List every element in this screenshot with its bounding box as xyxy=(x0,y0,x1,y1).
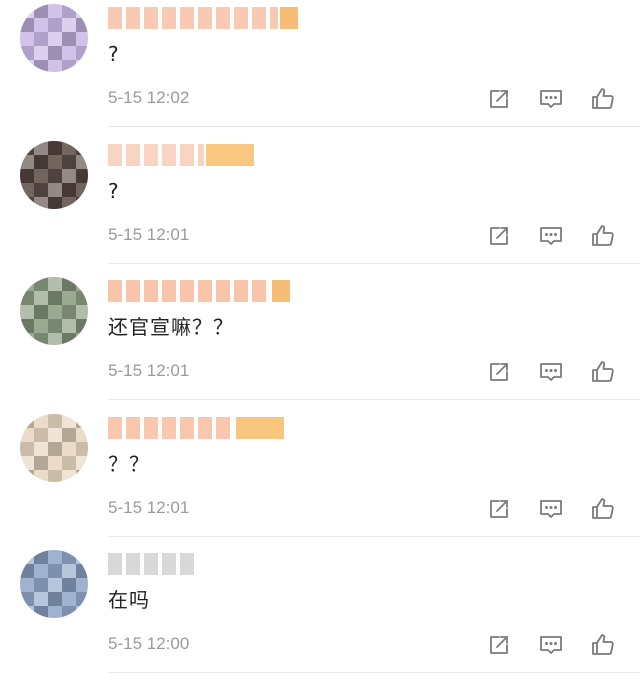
comment-item: 在吗 5-15 12:00 xyxy=(0,546,640,683)
comment-text: ? xyxy=(108,42,120,66)
avatar[interactable] xyxy=(20,414,88,482)
divider xyxy=(108,263,640,264)
avatar[interactable] xyxy=(20,277,88,345)
comment-icon[interactable] xyxy=(538,359,564,385)
username[interactable] xyxy=(108,144,308,166)
comment-actions xyxy=(486,496,616,522)
vip-badge xyxy=(280,7,298,29)
comment-icon[interactable] xyxy=(538,223,564,249)
comment-actions xyxy=(486,86,616,112)
divider xyxy=(108,126,640,127)
comment-icon[interactable] xyxy=(538,496,564,522)
comment-text: 还官宣嘛？？ xyxy=(108,315,234,339)
avatar[interactable] xyxy=(20,550,88,618)
timestamp: 5-15 12:01 xyxy=(108,225,190,244)
comment-actions xyxy=(486,223,616,249)
comment-item: ？？ 5-15 12:01 xyxy=(0,410,640,547)
username[interactable] xyxy=(108,280,308,302)
comment-actions xyxy=(486,632,616,658)
avatar[interactable] xyxy=(20,141,88,209)
avatar[interactable] xyxy=(20,4,88,72)
vip-badge xyxy=(272,280,290,302)
timestamp: 5-15 12:01 xyxy=(108,361,190,380)
thumbs-up-icon[interactable] xyxy=(590,223,616,249)
username[interactable] xyxy=(108,417,308,439)
thumbs-up-icon[interactable] xyxy=(590,632,616,658)
comment-actions xyxy=(486,359,616,385)
comment-icon[interactable] xyxy=(538,632,564,658)
username[interactable] xyxy=(108,7,308,29)
username[interactable] xyxy=(108,553,308,575)
comment-text: 在吗 xyxy=(108,588,150,612)
share-icon[interactable] xyxy=(486,632,512,658)
timestamp: 5-15 12:00 xyxy=(108,634,190,653)
timestamp: 5-15 12:01 xyxy=(108,498,190,517)
comment-text: ？？ xyxy=(108,452,150,476)
vip-badge xyxy=(236,417,284,439)
share-icon[interactable] xyxy=(486,86,512,112)
thumbs-up-icon[interactable] xyxy=(590,359,616,385)
comment-icon[interactable] xyxy=(538,86,564,112)
comment-item: ? 5-15 12:01 xyxy=(0,137,640,274)
comment-text: ? xyxy=(108,179,120,203)
share-icon[interactable] xyxy=(486,223,512,249)
share-icon[interactable] xyxy=(486,359,512,385)
comment-item: ? 5-15 12:02 xyxy=(0,0,640,137)
timestamp: 5-15 12:02 xyxy=(108,88,190,107)
divider xyxy=(108,672,640,673)
thumbs-up-icon[interactable] xyxy=(590,86,616,112)
comment-item: 还官宣嘛？？ 5-15 12:01 xyxy=(0,273,640,410)
thumbs-up-icon[interactable] xyxy=(590,496,616,522)
share-icon[interactable] xyxy=(486,496,512,522)
divider xyxy=(108,399,640,400)
divider xyxy=(108,536,640,537)
vip-badge xyxy=(206,144,254,166)
